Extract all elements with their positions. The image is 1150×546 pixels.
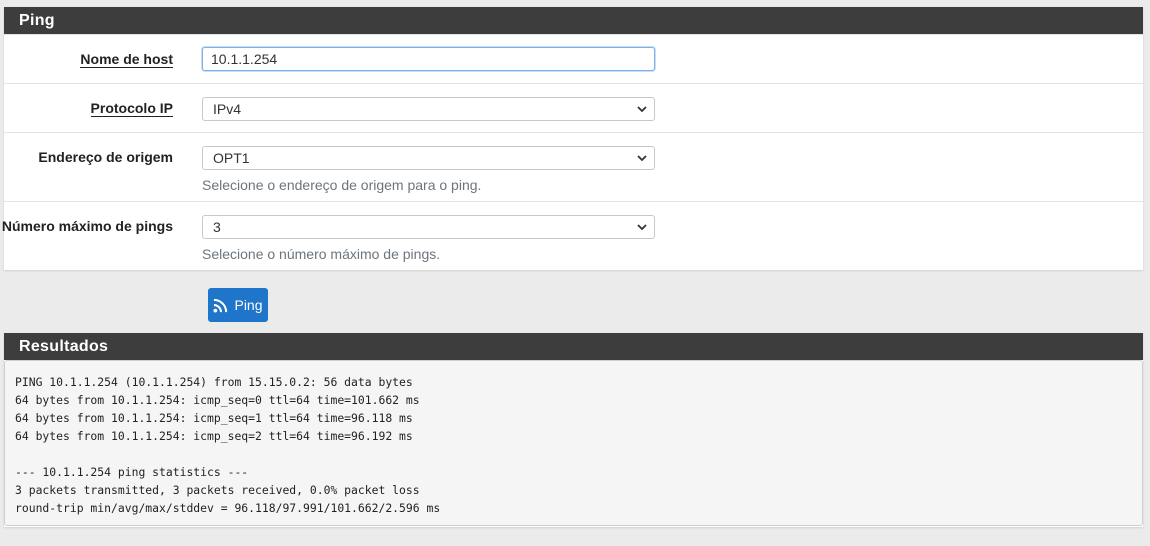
ping-button-label: Ping [234, 297, 263, 313]
chevron-down-icon [637, 155, 647, 162]
result-line: --- 10.1.1.254 ping statistics --- [15, 465, 249, 479]
chevron-down-icon [637, 106, 647, 113]
result-line: PING 10.1.1.254 (10.1.1.254) from 15.15.… [15, 375, 413, 389]
hostname-input[interactable] [202, 47, 655, 71]
results-panel: Resultados PING 10.1.1.254 (10.1.1.254) … [4, 333, 1143, 527]
ip-protocol-label: Protocolo IP [90, 100, 173, 117]
ip-protocol-row: Protocolo IP IPv4 [4, 83, 1143, 132]
source-address-select[interactable]: OPT1 [202, 146, 655, 170]
source-address-label: Endereço de origem [38, 149, 173, 165]
hostname-row: Nome de host [4, 34, 1143, 83]
ping-panel: Ping Nome de host Protocolo IP IPv4 Ende… [1, 7, 1143, 270]
result-line: 3 packets transmitted, 3 packets receive… [15, 483, 420, 497]
source-address-selected-value: OPT1 [213, 150, 250, 166]
max-pings-select[interactable]: 3 [202, 215, 655, 239]
max-pings-label: Número máximo de pings [1, 218, 173, 234]
chevron-down-icon [637, 224, 647, 231]
results-text: PING 10.1.1.254 (10.1.1.254) from 15.15.… [15, 373, 1132, 517]
result-line: 64 bytes from 10.1.1.254: icmp_seq=1 ttl… [15, 411, 413, 425]
rss-icon [213, 298, 228, 313]
max-pings-row: Número máximo de pings 3 Selecione o núm… [1, 201, 1143, 270]
ping-panel-title: Ping [4, 7, 1143, 34]
source-address-help: Selecione o endereço de origem para o pi… [202, 177, 482, 193]
results-panel-title: Resultados [4, 333, 1143, 360]
result-line: 64 bytes from 10.1.1.254: icmp_seq=0 ttl… [15, 393, 420, 407]
ip-protocol-select[interactable]: IPv4 [202, 97, 655, 121]
result-line: 64 bytes from 10.1.1.254: icmp_seq=2 ttl… [15, 429, 413, 443]
max-pings-selected-value: 3 [213, 219, 221, 235]
source-address-row: Endereço de origem OPT1 Selecione o ende… [4, 132, 1143, 201]
results-output: PING 10.1.1.254 (10.1.1.254) from 15.15.… [4, 360, 1143, 526]
hostname-label: Nome de host [80, 51, 173, 68]
result-line: round-trip min/avg/max/stddev = 96.118/9… [15, 501, 441, 515]
ip-protocol-selected-value: IPv4 [213, 101, 242, 117]
max-pings-help: Selecione o número máximo de pings. [202, 246, 441, 262]
ping-button[interactable]: Ping [208, 288, 268, 322]
